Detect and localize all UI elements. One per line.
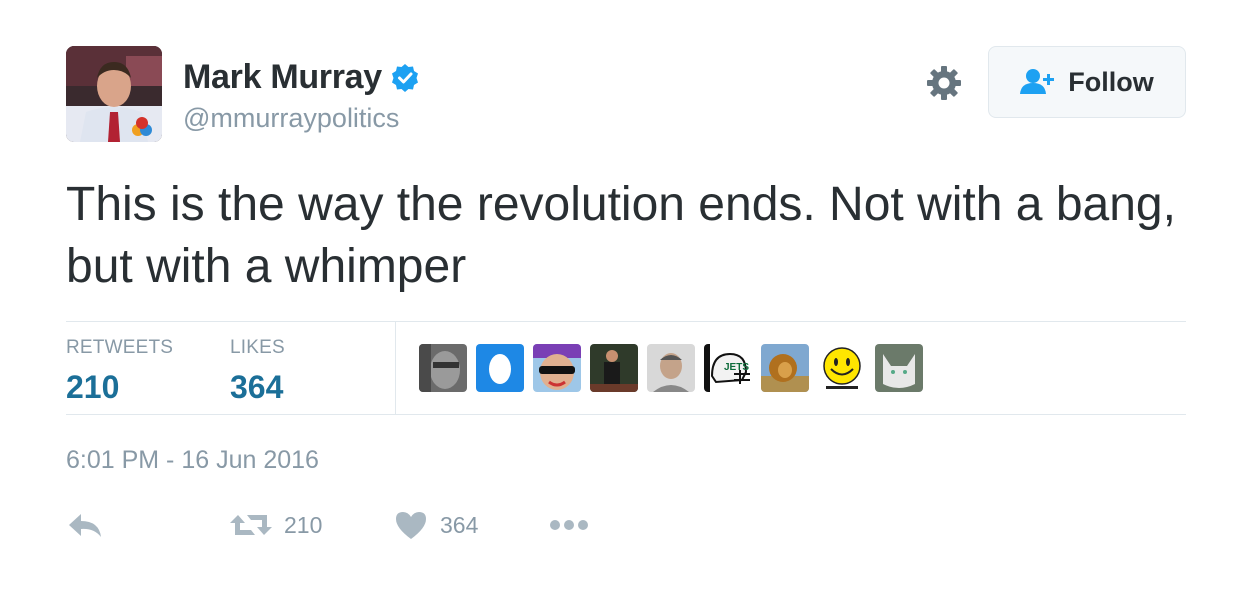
liker-avatar[interactable] [647, 344, 695, 392]
liker-avatars: JETS [419, 344, 932, 392]
retweets-value: 210 [66, 369, 120, 405]
author-avatar[interactable] [66, 46, 162, 142]
reply-icon [69, 514, 101, 537]
author-handle[interactable]: @mmurraypolitics [183, 103, 399, 134]
more-dots-icon [550, 520, 588, 530]
like-button[interactable]: 364 [394, 505, 478, 545]
liker-avatar[interactable]: JETS [704, 344, 752, 392]
svg-text:JETS: JETS [724, 362, 749, 373]
gear-icon[interactable] [925, 64, 963, 102]
liker-avatar[interactable] [419, 344, 467, 392]
liker-avatar[interactable] [818, 344, 866, 392]
liker-avatar[interactable] [761, 344, 809, 392]
liker-avatar[interactable] [590, 344, 638, 392]
retweet-count: 210 [284, 511, 323, 538]
retweet-button[interactable]: 210 [230, 505, 322, 545]
follow-user-icon [1020, 69, 1055, 94]
more-button[interactable] [549, 505, 589, 545]
follow-button[interactable]: Follow [988, 46, 1186, 118]
verified-badge-icon [391, 63, 418, 92]
likes-stat[interactable]: LIKES 364 [230, 337, 285, 406]
liker-avatar[interactable] [533, 344, 581, 392]
author-name[interactable]: Mark Murray [183, 58, 382, 97]
retweet-icon [230, 515, 272, 535]
heart-icon [396, 512, 426, 539]
tweet-text: This is the way the revolution ends. Not… [66, 178, 1176, 293]
retweets-label: RETWEETS [66, 337, 174, 358]
divider-bottom [66, 414, 1186, 415]
retweets-stat[interactable]: RETWEETS 210 [66, 337, 173, 406]
likes-value: 364 [230, 369, 284, 405]
author-name-line[interactable]: Mark Murray [183, 58, 420, 97]
stats-separator [395, 321, 396, 414]
likes-label: LIKES [230, 337, 285, 358]
like-count: 364 [440, 511, 479, 538]
liker-avatar[interactable] [875, 344, 923, 392]
liker-avatar[interactable] [476, 344, 524, 392]
tweet-timestamp[interactable]: 6:01 PM - 16 Jun 2016 [66, 446, 319, 475]
follow-label: Follow [1068, 66, 1154, 97]
reply-button[interactable] [66, 505, 104, 545]
